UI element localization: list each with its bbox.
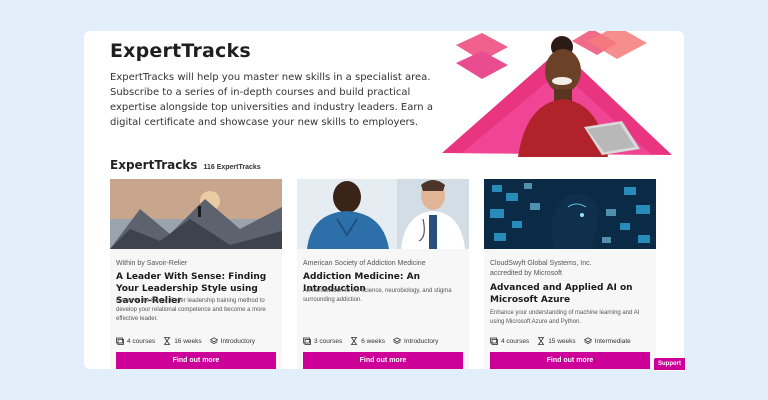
- duration-label: 6 weeks: [361, 337, 386, 345]
- find-out-more-button[interactable]: Find out more: [490, 352, 650, 369]
- page-title: ExpertTracks: [110, 40, 251, 62]
- course-count: 4 courses: [490, 337, 529, 345]
- card-provider: Within by Savoir-Relier: [116, 260, 188, 267]
- course-count-label: 4 courses: [127, 337, 156, 345]
- hourglass-icon: [350, 337, 358, 345]
- card-description: Enhance your understanding of machine le…: [490, 310, 640, 325]
- card-image-ai: [484, 179, 656, 249]
- card-provider: American Society of Addiction Medicine: [303, 260, 426, 267]
- find-out-more-button[interactable]: Find out more: [303, 352, 463, 369]
- expert-tracks-panel: ExpertTracks ExpertTracks will help you …: [84, 31, 684, 369]
- find-out-more-button[interactable]: Find out more: [116, 352, 276, 369]
- course-count: 4 courses: [116, 337, 155, 345]
- card-meta: 4 courses 16 weeks Introductory: [116, 337, 255, 345]
- duration-label: 16 weeks: [174, 337, 202, 345]
- track-card[interactable]: Within by Savoir-Relier A Leader With Se…: [110, 179, 282, 369]
- level-label: Introductory: [220, 337, 255, 345]
- card-description: An introduction to the science, neurobio…: [303, 288, 452, 303]
- track-card[interactable]: CloudSwyft Global Systems, Inc. accredit…: [484, 179, 656, 369]
- courses-icon: [116, 337, 124, 345]
- layers-icon: [393, 337, 402, 345]
- card-image-mountain: [110, 179, 282, 249]
- duration: 6 weeks: [350, 337, 385, 345]
- hourglass-icon: [163, 337, 171, 345]
- card-provider: CloudSwyft Global Systems, Inc.: [490, 260, 592, 267]
- course-count-label: 3 courses: [314, 337, 343, 345]
- level-label: Intermediate: [594, 337, 631, 345]
- card-meta: 4 courses 15 weeks Intermediate: [490, 337, 631, 345]
- card-title[interactable]: Advanced and Applied AI on Microsoft Azu…: [490, 282, 652, 306]
- support-button[interactable]: Support: [653, 357, 686, 371]
- section-title: ExpertTracks: [110, 158, 198, 172]
- card-accreditation: accredited by Microsoft: [490, 270, 562, 277]
- courses-icon: [303, 337, 311, 345]
- card-meta: 3 courses 6 weeks Introductory: [303, 337, 438, 345]
- hero-illustration: [442, 31, 672, 157]
- level-label: Introductory: [404, 337, 439, 345]
- hero-description: ExpertTracks will help you master new sk…: [110, 72, 433, 128]
- duration: 15 weeks: [537, 337, 576, 345]
- section-header: ExpertTracks 116 ExpertTracks: [110, 158, 261, 172]
- courses-icon: [490, 337, 498, 345]
- course-count-label: 4 courses: [501, 337, 530, 345]
- course-count: 3 courses: [303, 337, 342, 345]
- card-description: Discover the Savoir-Relier leadership tr…: [116, 298, 266, 322]
- level: Introductory: [393, 337, 438, 345]
- layers-icon: [209, 337, 218, 345]
- level: Intermediate: [583, 337, 631, 345]
- duration: 16 weeks: [163, 337, 202, 345]
- track-count: 116 ExpertTracks: [203, 164, 261, 171]
- level: Introductory: [209, 337, 255, 345]
- duration-label: 15 weeks: [548, 337, 576, 345]
- hourglass-icon: [537, 337, 545, 345]
- track-card[interactable]: American Society of Addiction Medicine A…: [297, 179, 469, 369]
- card-image-doctors: [297, 179, 469, 249]
- layers-icon: [583, 337, 592, 345]
